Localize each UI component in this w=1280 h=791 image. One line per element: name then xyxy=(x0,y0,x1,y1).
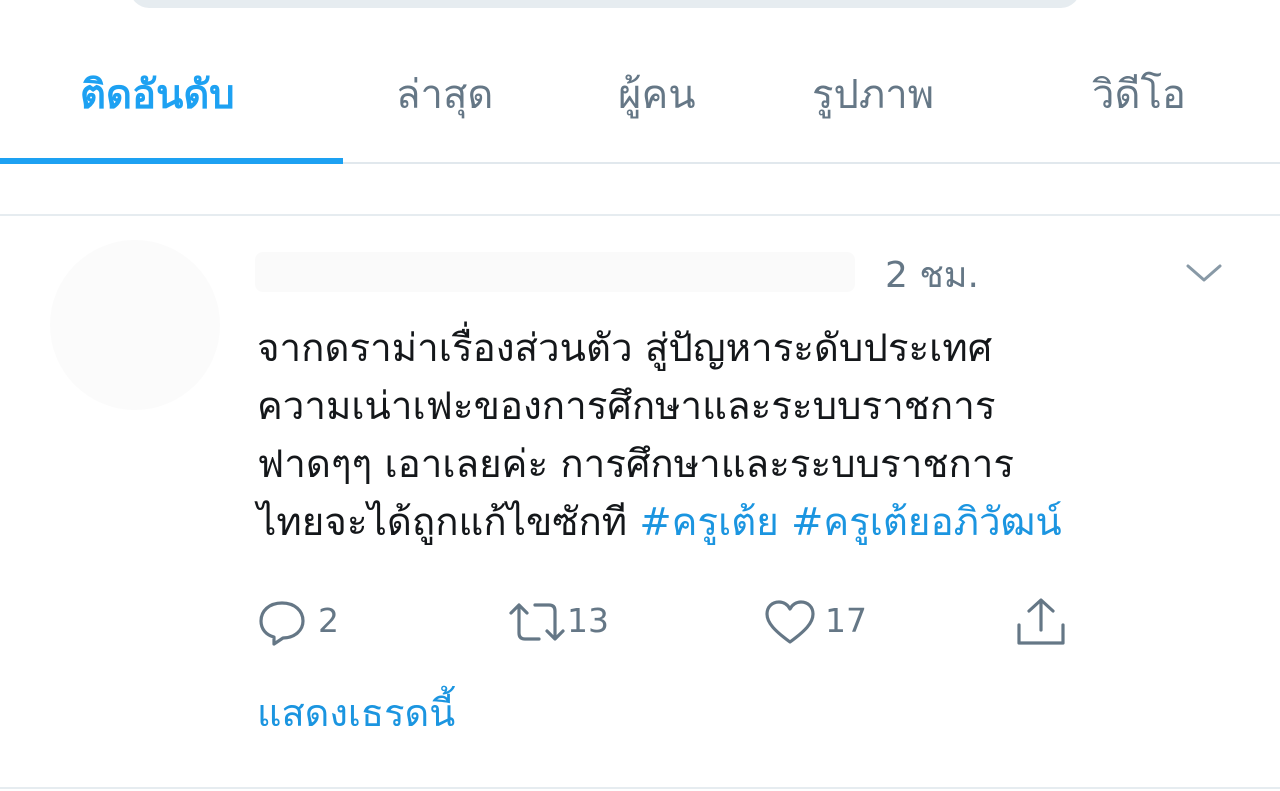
tweet-text-line: ฟาดๆๆ เอาเลยค่ะ การศึกษาและระบบราชการ xyxy=(257,442,1015,487)
tab-photos[interactable]: รูปภาพ xyxy=(812,65,934,125)
tab-videos[interactable]: วิดีโอ xyxy=(1092,65,1186,125)
heart-icon xyxy=(765,600,815,644)
retweet-icon xyxy=(509,603,565,641)
tweet-text-line: ไทยจะได้ถูกแก้ไขซักที #ครูเต้ย #ครูเต้ยอ… xyxy=(257,494,1257,552)
tab-latest[interactable]: ล่าสุด xyxy=(396,65,493,125)
tab-top[interactable]: ติดอันดับ xyxy=(80,65,235,125)
chevron-down-icon[interactable] xyxy=(1184,258,1224,288)
retweet-button[interactable]: 13 xyxy=(507,593,627,649)
show-thread-link[interactable]: แสดงเธรดนี้ xyxy=(257,683,455,743)
twitter-search-page: ติดอันดับ ล่าสุด ผู้คน รูปภาพ วิดีโอ 2 ช… xyxy=(0,0,1280,791)
hashtag-link[interactable]: #ครูเต้ยอภิวัฒน์ xyxy=(791,500,1062,545)
tweet-author-name[interactable] xyxy=(255,252,855,292)
like-button[interactable]: 17 xyxy=(763,593,873,649)
reply-button[interactable]: 2 xyxy=(255,593,355,649)
tweet-text: จากดราม่าเรื่องส่วนตัว สู่ปัญหาระดับประเ… xyxy=(257,320,1257,552)
tweet-text-line: ความเน่าเฟะของการศึกษาและระบบราชการ xyxy=(257,384,996,429)
hashtag-link[interactable]: #ครูเต้ย xyxy=(639,500,778,545)
tweet-actions: 2 13 17 xyxy=(255,593,1155,653)
tab-people[interactable]: ผู้คน xyxy=(618,65,696,125)
like-count: 17 xyxy=(825,601,867,640)
share-icon xyxy=(1017,598,1065,645)
share-button[interactable] xyxy=(1013,593,1069,649)
tweet-text-line: จากดราม่าเรื่องส่วนตัว สู่ปัญหาระดับประเ… xyxy=(257,326,993,371)
reply-icon xyxy=(259,601,305,646)
avatar[interactable] xyxy=(50,240,220,410)
retweet-count: 13 xyxy=(567,601,609,640)
tweet-divider xyxy=(0,787,1280,789)
tweet-text-fragment: ไทยจะได้ถูกแก้ไขซักที xyxy=(257,500,640,545)
tweet-timestamp[interactable]: 2 ชม. xyxy=(885,248,979,304)
search-bar[interactable] xyxy=(130,0,1080,8)
search-tabs: ติดอันดับ ล่าสุด ผู้คน รูปภาพ วิดีโอ xyxy=(0,45,1280,164)
reply-count: 2 xyxy=(318,601,339,640)
active-tab-indicator xyxy=(0,158,343,164)
section-divider xyxy=(0,214,1280,216)
